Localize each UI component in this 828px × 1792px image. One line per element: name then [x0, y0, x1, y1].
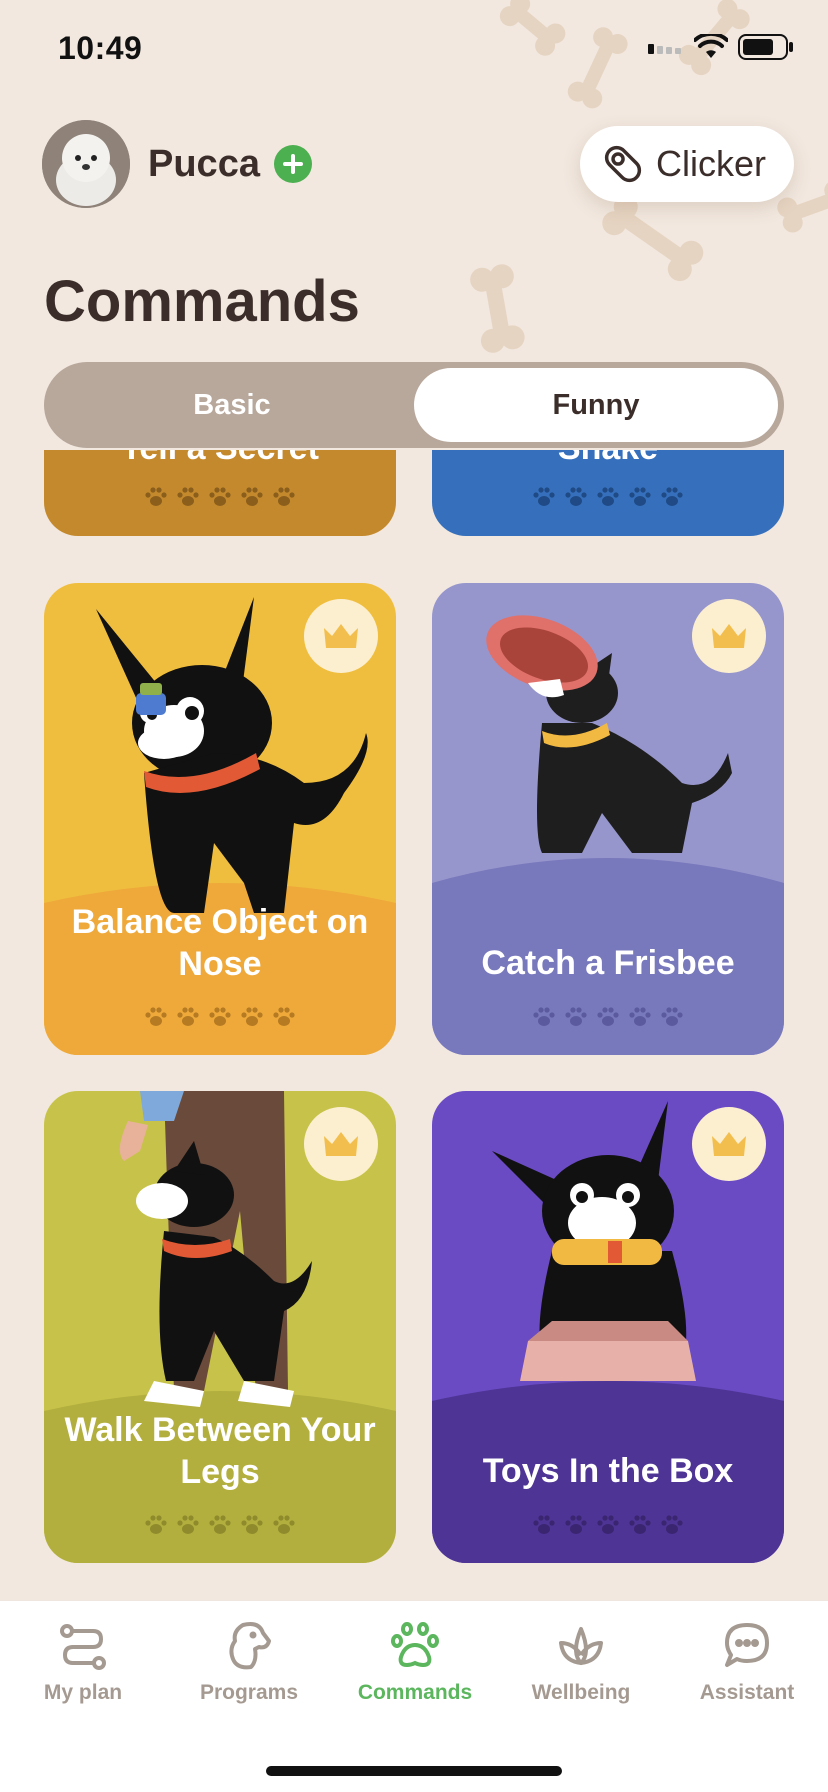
command-card-balance-object-on-nose[interactable]: Balance Object on Nose	[44, 583, 396, 1055]
commands-grid: Tell a Secret Shake	[0, 450, 828, 1600]
battery-icon	[738, 34, 793, 60]
chat-icon	[725, 1623, 769, 1667]
command-title: Tell a Secret	[44, 450, 396, 469]
add-pet-button[interactable]	[273, 145, 312, 183]
tab-label: My plan	[43, 1681, 123, 1704]
premium-crown-badge	[692, 599, 766, 673]
tab-label: Wellbeing	[531, 1681, 631, 1704]
status-icons	[648, 34, 794, 60]
command-title: Catch a Frisbee	[481, 944, 735, 982]
difficulty-paws	[432, 486, 784, 508]
pet-name[interactable]: Pucca	[148, 143, 260, 186]
command-title: Toys In the Box	[482, 1452, 734, 1490]
difficulty-paws	[432, 1006, 784, 1028]
command-card-tell-a-secret[interactable]: Tell a Secret	[44, 450, 396, 536]
command-title: Shake	[432, 450, 784, 469]
command-card-catch-a-frisbee[interactable]: Catch a Frisbee	[432, 583, 784, 1055]
tab-basic[interactable]: Basic	[50, 368, 414, 442]
command-card-shake[interactable]: Shake	[432, 450, 784, 536]
tab-programs[interactable]: Programs	[166, 1619, 332, 1705]
cellular-signal-icon	[648, 44, 681, 54]
pet-avatar[interactable]	[42, 120, 130, 208]
clicker-icon	[604, 145, 642, 183]
premium-crown-badge	[692, 1107, 766, 1181]
tab-funny[interactable]: Funny	[414, 368, 778, 442]
premium-crown-badge	[304, 1107, 378, 1181]
status-bar: 10:49	[0, 0, 828, 100]
crown-icon	[324, 1132, 358, 1156]
command-card-walk-between-your-legs[interactable]: Walk Between Your Legs	[44, 1091, 396, 1563]
dog-head-icon	[229, 1622, 271, 1670]
status-time: 10:49	[58, 30, 143, 66]
tab-my-plan[interactable]: My plan	[0, 1619, 166, 1705]
clicker-label: Clicker	[655, 143, 766, 184]
difficulty-paws	[44, 1006, 396, 1028]
tab-wellbeing[interactable]: Wellbeing	[498, 1619, 664, 1705]
home-indicator	[266, 1766, 562, 1776]
pet-profile[interactable]: Pucca	[42, 120, 312, 208]
clicker-button[interactable]: Clicker	[579, 126, 794, 202]
command-card-toys-in-the-box[interactable]: Toys In the Box	[432, 1091, 784, 1563]
tab-label: Assistant	[699, 1681, 795, 1704]
difficulty-paws	[44, 486, 396, 508]
difficulty-paws	[432, 1514, 784, 1536]
tab-label: Programs	[199, 1681, 299, 1704]
tab-assistant[interactable]: Assistant	[664, 1619, 828, 1705]
premium-crown-badge	[304, 599, 378, 673]
command-title: Balance Object on Nose	[71, 903, 369, 983]
crown-icon	[712, 1132, 746, 1156]
crown-icon	[712, 624, 746, 648]
tab-commands[interactable]: Commands	[332, 1619, 498, 1705]
bottom-tab-bar: My plan Programs Commands Wellbeing Assi…	[0, 1600, 828, 1792]
paw-icon	[391, 1622, 439, 1668]
difficulty-paws	[44, 1514, 396, 1536]
tab-label: Commands	[357, 1681, 473, 1704]
page-title: Commands	[44, 269, 360, 334]
plan-icon	[60, 1624, 106, 1670]
wifi-icon	[694, 34, 728, 58]
command-category-segmented-control: Basic Funny	[44, 362, 784, 448]
crown-icon	[324, 624, 358, 648]
command-title: Walk Between Your Legs	[64, 1411, 376, 1491]
lotus-icon	[559, 1627, 603, 1665]
